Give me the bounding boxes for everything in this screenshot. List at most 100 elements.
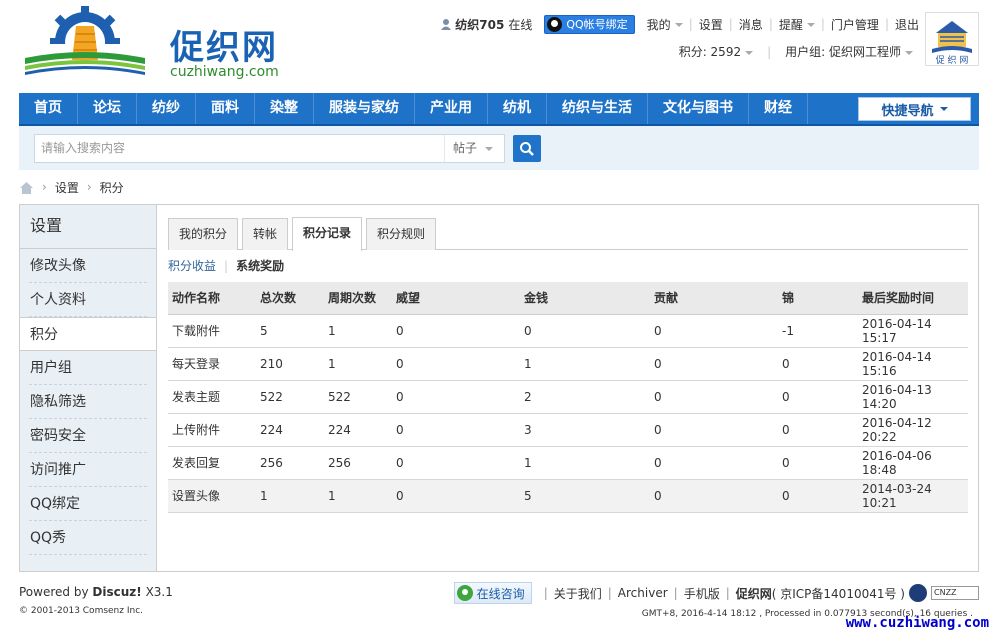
settings-link[interactable]: 设置 (699, 16, 723, 33)
sidebar-item-3[interactable]: 用户组 (29, 351, 147, 385)
avatar[interactable]: 促 织 网 (925, 12, 979, 66)
home-icon[interactable] (19, 181, 34, 194)
table-cell: 1 (324, 347, 392, 381)
search-input[interactable]: 请输入搜索内容 (34, 134, 445, 163)
table-cell: 224 (324, 413, 392, 447)
online-status: 在线 (508, 17, 533, 32)
table-cell: 0 (650, 347, 778, 381)
breadcrumb: › 设置 › 积分 (19, 179, 124, 195)
table-cell: 5 (256, 314, 324, 348)
sidebar-item-4[interactable]: 隐私筛选 (29, 385, 147, 419)
powered-version: X3.1 (145, 585, 173, 599)
sidebar-item-0[interactable]: 修改头像 (29, 249, 147, 283)
table-row: 每天登录 210 1 0 1 0 0 2016-04-14 15:16 (168, 347, 968, 381)
chevron-down-icon (674, 23, 683, 27)
tab-1[interactable]: 转帐 (242, 218, 289, 250)
table-cell: 设置头像 (168, 479, 256, 513)
sidebar-item-5[interactable]: 密码安全 (29, 419, 147, 453)
reminder-menu[interactable]: 提醒 (779, 16, 815, 33)
online-consult-button[interactable]: 在线咨询 (453, 582, 532, 604)
column-header: 总次数 (256, 282, 324, 315)
username-link[interactable]: 纺织705 (455, 16, 504, 33)
chevron-down-icon (806, 23, 815, 27)
table-cell: 0 (778, 347, 858, 381)
points-tabs: 我的积分 转帐 积分记录 积分规则 (168, 217, 968, 251)
sidebar-item-1[interactable]: 个人资料 (29, 283, 147, 317)
main-nav: 首页 论坛 纺纱 面料 染整 服装与家纺 产业用 纺机 纺织与生活 文化与图书 财经 快捷导航 (19, 93, 979, 126)
cnzz-badge[interactable]: CNZZ (931, 586, 979, 600)
table-cell: 2016-04-13 14:20 (858, 380, 968, 414)
column-header: 贡献 (650, 282, 778, 315)
sidebar-list: 修改头像 个人资料 积分 用户组 隐私筛选 密码安全 访问推广 QQ绑定 QQ秀 (20, 249, 156, 555)
table-cell: 1 (256, 479, 324, 513)
logout-link[interactable]: 退出 (895, 16, 919, 33)
nav-item-7[interactable]: 纺机 (488, 93, 547, 124)
table-cell: 0 (650, 413, 778, 447)
search-type-label: 帖子 (453, 141, 478, 155)
sidebar-item-2[interactable]: 积分 (20, 317, 156, 351)
site-logo[interactable]: 促织网 cuzhiwang.com (20, 6, 282, 80)
site-name-link[interactable]: 促织网 (736, 585, 772, 602)
sidebar-item-8[interactable]: QQ秀 (29, 521, 147, 555)
search-button[interactable] (513, 135, 541, 162)
tab-2[interactable]: 积分记录 (292, 217, 363, 251)
table-cell: 1 (520, 446, 650, 480)
table-cell: 发表回复 (168, 446, 256, 480)
tab-0[interactable]: 我的积分 (168, 218, 239, 250)
powered-by: Powered by Discuz! X3.1 (19, 585, 173, 599)
points-menu[interactable]: 积分: 2592 (679, 43, 754, 60)
table-cell: 0 (392, 347, 520, 381)
nav-item-1[interactable]: 论坛 (78, 93, 137, 124)
table-cell: 0 (778, 413, 858, 447)
nav-item-0[interactable]: 首页 (19, 93, 78, 124)
table-cell: 0 (392, 413, 520, 447)
portal-admin-link[interactable]: 门户管理 (831, 16, 879, 33)
table-cell: 224 (256, 413, 324, 447)
about-link[interactable]: 关于我们 (554, 585, 602, 602)
archiver-link[interactable]: Archiver (618, 586, 668, 600)
chevron-down-icon (745, 50, 754, 55)
discuz-link[interactable]: Discuz! (92, 585, 141, 599)
table-cell: 0 (392, 446, 520, 480)
nav-item-3[interactable]: 面料 (196, 93, 255, 124)
usergroup-menu[interactable]: 用户组: 促织网工程师 (785, 43, 913, 60)
quick-nav-button[interactable]: 快捷导航 (858, 97, 971, 121)
nav-item-8[interactable]: 纺织与生活 (547, 93, 648, 124)
nav-item-6[interactable]: 产业用 (415, 93, 488, 124)
user-icon (441, 19, 452, 30)
chevron-down-icon (905, 50, 913, 55)
search-icon (520, 141, 534, 156)
nav-item-2[interactable]: 纺纱 (137, 93, 196, 124)
qq-bind-label: QQ帐号绑定 (566, 18, 628, 31)
search-type-select[interactable]: 帖子 (444, 134, 505, 163)
table-cell: 0 (778, 446, 858, 480)
user-toolbar: 纺织705 在线 QQ帐号绑定 我的 | 设置 | 消息 | 提醒 | 门户管理… (440, 14, 919, 34)
table-cell: 1 (324, 314, 392, 348)
table-header-row: 动作名称 总次数 周期次数 威望 金钱 贡献锦最后奖励时间 (168, 282, 968, 315)
nav-item-4[interactable]: 染整 (255, 93, 314, 124)
table-cell: 0 (650, 380, 778, 414)
sidebar-item-6[interactable]: 访问推广 (29, 453, 147, 487)
subtab-income[interactable]: 积分收益 (168, 252, 216, 280)
logo-title: 促织网 (170, 28, 278, 68)
qq-bind-button[interactable]: QQ帐号绑定 (544, 14, 635, 34)
table-cell: 下载附件 (168, 314, 256, 348)
my-menu[interactable]: 我的 (647, 16, 683, 33)
table-cell: 522 (256, 380, 324, 414)
police-badge-icon[interactable] (909, 584, 927, 602)
table-cell: 0 (650, 479, 778, 513)
table-cell: 上传附件 (168, 413, 256, 447)
breadcrumb-settings[interactable]: 设置 (55, 179, 79, 196)
nav-item-5[interactable]: 服装与家纺 (314, 93, 415, 124)
nav-item-10[interactable]: 财经 (749, 93, 808, 124)
icp-link[interactable]: ( 京ICP备14010041号 ) (772, 585, 905, 602)
messages-link[interactable]: 消息 (739, 16, 763, 33)
sidebar-item-7[interactable]: QQ绑定 (29, 487, 147, 521)
svg-text:促 织 网: 促 织 网 (936, 54, 969, 65)
nav-item-9[interactable]: 文化与图书 (648, 93, 749, 124)
tab-3[interactable]: 积分规则 (366, 218, 437, 250)
table-cell: 0 (650, 446, 778, 480)
mobile-link[interactable]: 手机版 (684, 585, 720, 602)
gear-book-logo-icon (20, 6, 150, 75)
user-stats: 积分: 2592 | 用户组: 促织网工程师 (679, 43, 913, 60)
